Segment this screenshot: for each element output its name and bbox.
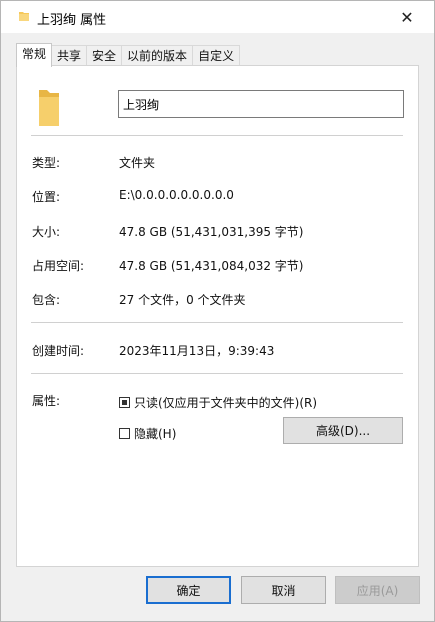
size-on-disk-label: 占用空间: bbox=[32, 259, 85, 273]
type-label: 类型: bbox=[32, 156, 61, 170]
size-on-disk-value: 47.8 GB (51,431,084,032 字节) bbox=[119, 259, 304, 273]
close-button[interactable]: ✕ bbox=[394, 5, 420, 29]
ok-button[interactable]: 确定 bbox=[146, 576, 231, 604]
folder-name-input[interactable] bbox=[118, 90, 404, 118]
hidden-checkbox[interactable]: 隐藏(H) bbox=[119, 425, 176, 442]
location-label: 位置: bbox=[32, 190, 61, 204]
cancel-button[interactable]: 取消 bbox=[241, 576, 326, 604]
separator bbox=[31, 322, 403, 323]
title-bar[interactable]: 上羽绚 属性 ✕ bbox=[1, 1, 434, 33]
readonly-checkbox[interactable]: 只读(仅应用于文件夹中的文件)(R) bbox=[119, 394, 317, 411]
apply-button[interactable]: 应用(A) bbox=[335, 576, 420, 604]
tab-sharing[interactable]: 共享 bbox=[51, 45, 88, 66]
hidden-label: 隐藏(H) bbox=[134, 427, 177, 441]
tab-customize[interactable]: 自定义 bbox=[192, 45, 241, 66]
readonly-label: 只读(仅应用于文件夹中的文件)(R) bbox=[134, 396, 318, 410]
window-title: 上羽绚 属性 bbox=[37, 13, 107, 28]
tab-general[interactable]: 常规 bbox=[16, 43, 53, 67]
folder-large-icon bbox=[39, 90, 59, 126]
general-panel: 类型: 文件夹 位置: E:\0.0.0.0.0.0.0.0.0 大小: 47.… bbox=[16, 65, 419, 567]
folder-icon bbox=[19, 12, 29, 21]
advanced-button[interactable]: 高级(D)... bbox=[283, 417, 403, 444]
checkbox-box[interactable] bbox=[119, 397, 130, 408]
tab-strip: 常规 共享 安全 以前的版本 自定义 bbox=[16, 43, 241, 67]
contains-label: 包含: bbox=[32, 293, 61, 307]
close-icon: ✕ bbox=[400, 7, 414, 27]
checkbox-box[interactable] bbox=[119, 428, 130, 439]
location-value: E:\0.0.0.0.0.0.0.0.0 bbox=[119, 188, 234, 202]
size-value: 47.8 GB (51,431,031,395 字节) bbox=[119, 225, 304, 239]
attributes-label: 属性: bbox=[32, 394, 61, 408]
tab-previous-versions[interactable]: 以前的版本 bbox=[121, 45, 194, 66]
created-label: 创建时间: bbox=[32, 344, 85, 358]
created-value: 2023年11月13日，9:39:43 bbox=[119, 344, 275, 358]
tab-security[interactable]: 安全 bbox=[86, 45, 123, 66]
type-value: 文件夹 bbox=[119, 156, 156, 170]
separator bbox=[31, 135, 403, 136]
contains-value: 27 个文件，0 个文件夹 bbox=[119, 293, 246, 307]
separator bbox=[31, 373, 403, 374]
properties-dialog: 上羽绚 属性 ✕ 常规 共享 安全 以前的版本 自定义 类型: 文件夹 位置: … bbox=[0, 0, 435, 622]
size-label: 大小: bbox=[32, 225, 61, 239]
